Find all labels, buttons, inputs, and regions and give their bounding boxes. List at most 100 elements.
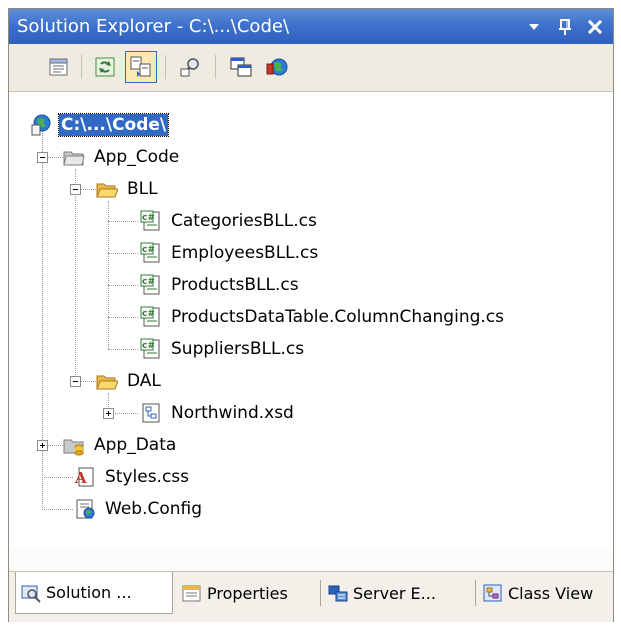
properties-button[interactable] — [43, 51, 75, 83]
view-class-diagram-icon — [180, 58, 199, 77]
stylesheet-file-icon: A — [73, 465, 97, 489]
copy-web-site-icon — [230, 57, 252, 77]
special-folder-icon — [62, 145, 86, 169]
solution-explorer-toolbar — [9, 44, 613, 92]
tree-connector — [108, 317, 138, 318]
nest-related-files-icon — [130, 56, 151, 77]
collapse-bll-toggle[interactable] — [70, 184, 81, 195]
server-explorer-icon — [327, 582, 349, 604]
tree-node-label: CategoriesBLL.cs — [171, 211, 317, 231]
title-bar[interactable]: Solution Explorer - C:\...\Code\ — [9, 9, 613, 44]
tree-connector — [108, 285, 138, 286]
svg-text:A: A — [74, 469, 87, 487]
expand-app-data-toggle[interactable] — [37, 440, 48, 451]
solution-explorer-icon — [20, 582, 42, 604]
properties-icon — [49, 58, 68, 76]
folder-open-icon — [95, 369, 119, 393]
tree-node-file-cs[interactable]: c# SuppliersBLL.cs — [139, 336, 306, 362]
class-view-icon — [482, 582, 504, 604]
tree-node-app-data[interactable]: App_Data — [62, 432, 178, 458]
auto-hide-pin-button[interactable] — [550, 11, 580, 42]
pin-icon — [559, 18, 571, 35]
tree-node-label: DAL — [127, 371, 161, 391]
tree-connector — [113, 413, 138, 414]
tree-node-label: EmployeesBLL.cs — [171, 243, 319, 263]
tree-node-label: C:\...\Code\ — [57, 113, 170, 137]
csharp-file-icon: c# — [139, 337, 163, 361]
tree-node-label: App_Code — [94, 147, 180, 167]
tree-node-file-cs[interactable]: c# EmployeesBLL.cs — [139, 240, 320, 266]
window-position-dropdown-button[interactable] — [519, 11, 549, 42]
svg-text:c#: c# — [142, 245, 155, 255]
csharp-file-icon: c# — [139, 209, 163, 233]
tab-class-view[interactable]: Class View — [478, 572, 613, 614]
tab-solution-explorer[interactable]: Solution ... — [15, 572, 173, 614]
svg-text:c#: c# — [142, 277, 155, 287]
view-class-diagram-button[interactable] — [175, 51, 207, 83]
tree-node-label: SuppliersBLL.cs — [171, 339, 305, 359]
refresh-icon — [95, 57, 115, 77]
website-icon — [29, 113, 53, 137]
toolbar-separator — [215, 55, 216, 79]
tab-properties[interactable]: Properties — [177, 572, 317, 614]
tab-separator — [320, 580, 321, 606]
svg-text:c#: c# — [142, 309, 155, 319]
tab-server-explorer[interactable]: Server E... — [323, 572, 473, 614]
tree-node-label: Styles.css — [105, 467, 190, 487]
tree-node-app-code[interactable]: App_Code — [62, 144, 181, 170]
toolbar-separator — [165, 55, 166, 79]
tree-node-label: App_Data — [94, 435, 177, 455]
collapse-dal-toggle[interactable] — [70, 376, 81, 387]
data-folder-icon — [62, 433, 86, 457]
asp-net-configuration-button[interactable] — [261, 51, 293, 83]
csharp-file-icon: c# — [139, 305, 163, 329]
toolbar-separator — [81, 55, 82, 79]
tab-label: Solution ... — [46, 583, 132, 602]
svg-text:c#: c# — [142, 213, 155, 223]
properties-window-icon — [181, 582, 203, 604]
tree-connector — [108, 201, 109, 349]
refresh-button[interactable] — [89, 51, 121, 83]
tree-node-northwind-xsd[interactable]: Northwind.xsd — [139, 400, 296, 426]
close-button[interactable] — [580, 11, 610, 42]
chevron-down-icon — [529, 23, 539, 30]
tree-node-label: ProductsDataTable.ColumnChanging.cs — [171, 307, 504, 327]
tool-window-tabs: Solution ... Properties Server E... Clas… — [9, 571, 613, 622]
tree-node-file-cs[interactable]: c# CategoriesBLL.cs — [139, 208, 319, 234]
tab-separator — [475, 580, 476, 606]
dataset-file-icon — [139, 401, 163, 425]
tree-node-label: Web.Config — [105, 499, 203, 519]
tree-node-file-cs[interactable]: c# ProductsBLL.cs — [139, 272, 301, 298]
tree-node-web-config[interactable]: Web.Config — [73, 496, 204, 522]
tree-node-file-cs[interactable]: c# ProductsDataTable.ColumnChanging.cs — [139, 304, 506, 330]
asp-net-configuration-icon — [266, 58, 288, 76]
collapse-app-code-toggle[interactable] — [37, 152, 48, 163]
tree-node-root[interactable]: C:\...\Code\ — [29, 112, 170, 138]
tree-node-bll[interactable]: BLL — [95, 176, 160, 202]
tree-node-styles-css[interactable]: A Styles.css — [73, 464, 191, 490]
solution-explorer-window: Solution Explorer - C:\...\Code\ C:\...\… — [8, 8, 614, 622]
csharp-file-icon: c# — [139, 273, 163, 297]
expand-northwind-toggle[interactable] — [103, 408, 114, 419]
solution-tree: C:\...\Code\ App_Code BLL c# CategoriesB… — [9, 92, 613, 550]
csharp-file-icon: c# — [139, 241, 163, 265]
web-config-file-icon — [73, 497, 97, 521]
tree-connector — [42, 509, 73, 510]
tree-node-dal[interactable]: DAL — [95, 368, 163, 394]
tree-connector — [42, 130, 43, 510]
tree-node-label: BLL — [127, 179, 158, 199]
svg-text:c#: c# — [142, 341, 155, 351]
tree-node-label: Northwind.xsd — [171, 403, 294, 423]
tree-connector — [42, 477, 73, 478]
folder-open-icon — [95, 177, 119, 201]
tree-connector — [75, 169, 76, 381]
window-title: Solution Explorer - C:\...\Code\ — [17, 16, 290, 37]
nest-related-files-button[interactable] — [125, 51, 157, 83]
tree-connector — [108, 221, 138, 222]
tree-connector — [108, 253, 138, 254]
tab-label: Server E... — [353, 583, 436, 603]
tab-label: Properties — [207, 583, 288, 603]
tree-node-label: ProductsBLL.cs — [171, 275, 299, 295]
copy-web-site-button[interactable] — [225, 51, 257, 83]
close-icon — [587, 19, 603, 34]
